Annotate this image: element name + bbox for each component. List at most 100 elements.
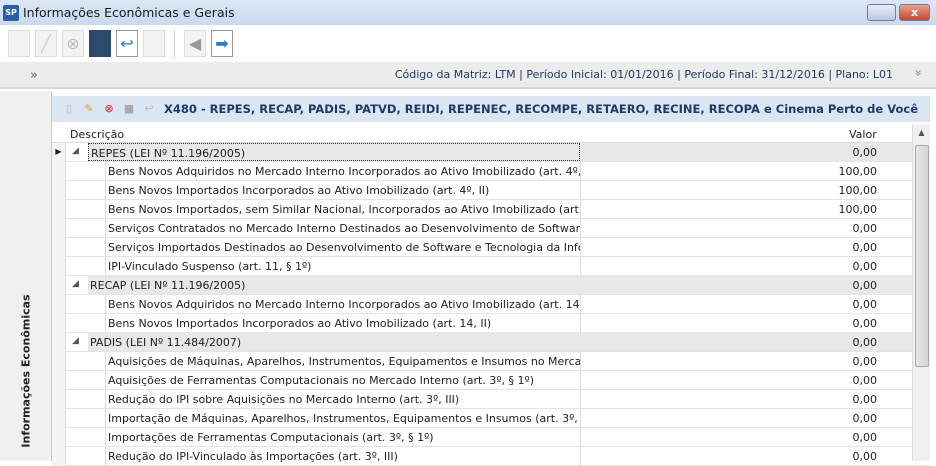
edit-icon[interactable]: ✎: [82, 102, 96, 116]
sidebar: Informações Econômicas: [0, 91, 52, 461]
column-header-description[interactable]: Descrição: [70, 128, 124, 141]
next-icon[interactable]: ➡: [211, 30, 233, 57]
panel-title: X480 - REPES, RECAP, PADIS, PATVD, REIDI…: [163, 102, 918, 116]
new-doc-icon[interactable]: [8, 30, 30, 57]
row-header[interactable]: [52, 371, 66, 390]
scrollbar-thumb[interactable]: [915, 145, 929, 367]
row-value[interactable]: 0,00: [580, 260, 878, 273]
app-logo: SP: [3, 4, 19, 21]
table-row[interactable]: Serviços Importados Destinados ao Desenv…: [52, 238, 930, 257]
group-row[interactable]: ▶ ◢ REPES (LEI Nº 11.196/2005) 0,00: [52, 143, 930, 162]
row-description: IPI-Vinculado Suspenso (art. 11, § 1º): [105, 257, 580, 275]
close-button[interactable]: x: [899, 4, 930, 21]
row-description: Aquisições de Ferramentas Computacionais…: [105, 371, 580, 389]
panel-header: ▯ ✎ ⊗ ■ ↩ X480 - REPES, RECAP, PADIS, PA…: [52, 96, 930, 122]
row-value[interactable]: 100,00: [580, 184, 878, 197]
table-row[interactable]: Bens Novos Importados Incorporados ao At…: [52, 181, 930, 200]
expand-sidebar-icon[interactable]: »: [30, 68, 38, 83]
undo-icon[interactable]: ↩: [142, 102, 156, 116]
row-description: Serviços Contratados no Mercado Interno …: [105, 219, 580, 237]
row-value[interactable]: 0,00: [580, 374, 878, 387]
table-row[interactable]: IPI-Vinculado Suspenso (art. 11, § 1º) 0,…: [52, 257, 930, 276]
row-header[interactable]: [52, 390, 66, 409]
new-icon[interactable]: ▯: [62, 102, 76, 116]
row-value[interactable]: 100,00: [580, 165, 878, 178]
row-header[interactable]: [52, 276, 66, 295]
minimize-button[interactable]: [867, 4, 896, 21]
row-value[interactable]: 0,00: [580, 279, 878, 292]
table-row[interactable]: Redução do IPI-Vinculado às Importações …: [52, 447, 930, 466]
row-header[interactable]: [52, 333, 66, 352]
group-row[interactable]: ◢ RECAP (LEI Nº 11.196/2005) 0,00: [52, 276, 930, 295]
collapse-icon[interactable]: ◢: [72, 146, 79, 156]
table-row[interactable]: Bens Novos Importados, sem Similar Nacio…: [52, 200, 930, 219]
row-value[interactable]: 0,00: [580, 431, 878, 444]
table-row[interactable]: Importação de Máquinas, Aparelhos, Instr…: [52, 409, 930, 428]
row-description: Redução do IPI-Vinculado às Importações …: [105, 447, 580, 465]
row-value[interactable]: 0,00: [580, 393, 878, 406]
row-value[interactable]: 100,00: [580, 203, 878, 216]
row-header[interactable]: [52, 257, 66, 276]
row-header[interactable]: [52, 181, 66, 200]
save-icon[interactable]: ■: [122, 102, 136, 116]
copy-icon[interactable]: [143, 30, 165, 57]
info-bar: » Código da Matriz: LTM | Período Inicia…: [0, 62, 936, 89]
table-row[interactable]: Bens Novos Importados Incorporados ao At…: [52, 314, 930, 333]
window-title: Informações Econômicas e Gerais: [23, 5, 235, 20]
row-description: RECAP (LEI Nº 11.196/2005): [88, 276, 580, 294]
row-description: Importação de Máquinas, Aparelhos, Instr…: [105, 409, 580, 427]
row-value[interactable]: 0,00: [580, 412, 878, 425]
table-row[interactable]: Bens Novos Adquiridos no Mercado Interno…: [52, 162, 930, 181]
prev-icon[interactable]: ◀: [184, 30, 206, 57]
save-icon[interactable]: [89, 30, 111, 57]
row-description: PADIS (LEI Nº 11.484/2007): [88, 333, 580, 351]
toolbar: ╱ ⊗ ↩ ◀ ➡: [0, 25, 936, 62]
row-header[interactable]: [52, 200, 66, 219]
row-description: Bens Novos Importados, sem Similar Nacio…: [105, 200, 580, 218]
vertical-scrollbar[interactable]: ▲: [912, 125, 930, 461]
row-header[interactable]: ▶: [52, 143, 66, 162]
table-row[interactable]: Bens Novos Adquiridos no Mercado Interno…: [52, 295, 930, 314]
row-header[interactable]: [52, 352, 66, 371]
grid-header: Descrição Valor: [52, 125, 930, 143]
row-description: Serviços Importados Destinados ao Desenv…: [105, 238, 580, 256]
row-header[interactable]: [52, 162, 66, 181]
delete-icon[interactable]: ⊗: [62, 30, 84, 57]
table-row[interactable]: Importações de Ferramentas Computacionai…: [52, 428, 930, 447]
table-row[interactable]: Aquisições de Máquinas, Aparelhos, Instr…: [52, 352, 930, 371]
row-description: REPES (LEI Nº 11.196/2005): [88, 143, 580, 161]
row-header[interactable]: [52, 409, 66, 428]
row-value[interactable]: 0,00: [580, 317, 878, 330]
row-value[interactable]: 0,00: [580, 450, 878, 463]
collapse-icon[interactable]: ◢: [72, 336, 79, 346]
row-description: Importações de Ferramentas Computacionai…: [105, 428, 580, 446]
row-header[interactable]: [52, 295, 66, 314]
row-value[interactable]: 0,00: [580, 336, 878, 349]
edit-icon[interactable]: ╱: [35, 30, 57, 57]
collapse-icon[interactable]: ◢: [72, 279, 79, 289]
row-header[interactable]: [52, 238, 66, 257]
collapse-info-icon[interactable]: »: [911, 69, 925, 76]
row-header[interactable]: [52, 219, 66, 238]
row-description: Bens Novos Importados Incorporados ao At…: [105, 314, 580, 332]
row-description: Bens Novos Adquiridos no Mercado Interno…: [105, 295, 580, 313]
row-value[interactable]: 0,00: [580, 355, 878, 368]
row-header[interactable]: [52, 314, 66, 333]
row-value[interactable]: 0,00: [580, 298, 878, 311]
undo-icon[interactable]: ↩: [116, 30, 138, 57]
row-header[interactable]: [52, 447, 66, 466]
table-row[interactable]: Aquisições de Ferramentas Computacionais…: [52, 371, 930, 390]
toolbar-separator: [174, 29, 175, 58]
column-header-value[interactable]: Valor: [849, 128, 877, 141]
row-value[interactable]: 0,00: [580, 241, 878, 254]
row-value[interactable]: 0,00: [580, 222, 878, 235]
scroll-up-icon[interactable]: ▲: [913, 125, 930, 141]
group-row[interactable]: ◢ PADIS (LEI Nº 11.484/2007) 0,00: [52, 333, 930, 352]
row-value[interactable]: 0,00: [580, 146, 878, 159]
table-row[interactable]: Serviços Contratados no Mercado Interno …: [52, 219, 930, 238]
row-header[interactable]: [52, 428, 66, 447]
delete-icon[interactable]: ⊗: [102, 102, 116, 116]
table-row[interactable]: Redução do IPI sobre Aquisições no Merca…: [52, 390, 930, 409]
row-description: Redução do IPI sobre Aquisições no Merca…: [105, 390, 580, 408]
sidebar-tab-label[interactable]: Informações Econômicas: [20, 294, 33, 447]
